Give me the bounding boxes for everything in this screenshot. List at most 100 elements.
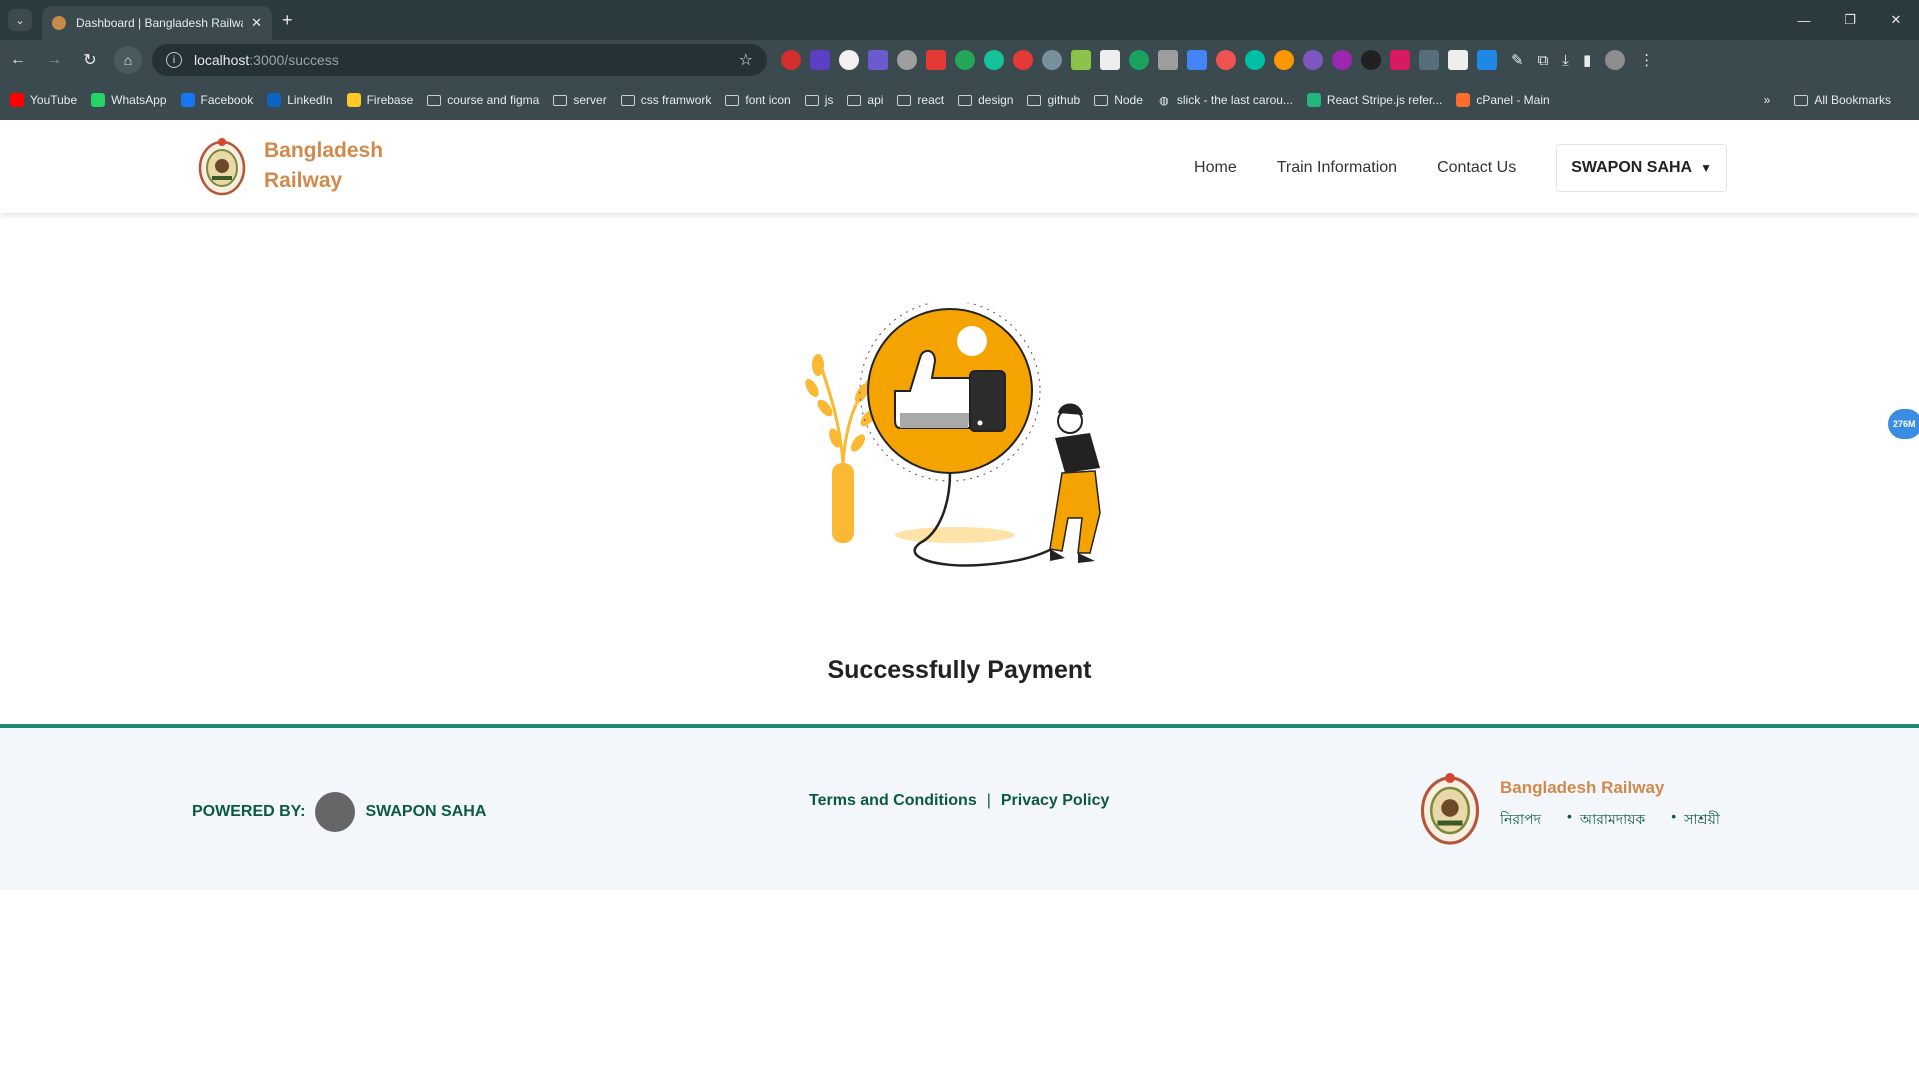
extension-icon[interactable] [810, 50, 830, 70]
bookmark-5[interactable]: course and figma [427, 93, 539, 107]
folder-icon [804, 93, 819, 107]
bookmark-9[interactable]: js [804, 93, 833, 107]
bookmark-4[interactable]: Firebase [346, 93, 413, 107]
extension-icon[interactable] [1390, 50, 1410, 70]
footer-links: Terms and Conditions | Privacy Policy [809, 792, 1109, 810]
active-tab[interactable]: Dashboard | Bangladesh Railwa ✕ [42, 6, 272, 40]
pen-icon[interactable]: ✎ [1511, 51, 1524, 69]
extension-icon[interactable] [1216, 50, 1236, 70]
side-panel-icon[interactable]: ▮ [1583, 51, 1591, 69]
site-info-icon[interactable]: i [166, 52, 182, 68]
user-menu-button[interactable]: SWAPON SAHA ▼ [1556, 144, 1727, 192]
terms-link[interactable]: Terms and Conditions [809, 792, 977, 810]
facebook-icon [180, 93, 195, 107]
nav-home[interactable]: Home [1194, 159, 1237, 177]
bookmark-3[interactable]: LinkedIn [267, 93, 333, 107]
privacy-link[interactable]: Privacy Policy [1001, 792, 1110, 810]
bookmark-2[interactable]: Facebook [180, 93, 253, 107]
success-message: Successfully Payment [827, 656, 1092, 684]
close-window-icon[interactable]: ✕ [1873, 0, 1919, 40]
extension-icon[interactable] [1129, 50, 1149, 70]
bookmarks-right: » All Bookmarks [1764, 93, 1905, 107]
extension-icon[interactable] [1477, 50, 1497, 70]
author-avatar [315, 792, 356, 832]
extension-icon[interactable] [1158, 50, 1178, 70]
bookmark-15[interactable]: ◍ slick - the last carou... [1157, 93, 1293, 107]
new-tab-button[interactable]: + [282, 10, 293, 31]
toolbar-right: ✎ ⧉ ⤓ ▮ ⋮ [1511, 50, 1654, 70]
tab-strip: ⌄ Dashboard | Bangladesh Railwa ✕ + — ❐ … [0, 0, 1919, 40]
extension-icon[interactable] [926, 50, 946, 70]
extension-icon[interactable] [1274, 50, 1294, 70]
bookmark-7[interactable]: css framwork [620, 93, 711, 107]
home-icon[interactable]: ⌂ [114, 46, 142, 74]
extension-icon[interactable] [1245, 50, 1265, 70]
extension-icon[interactable] [868, 50, 888, 70]
folder-icon [1027, 93, 1042, 107]
bookmark-star-icon[interactable]: ☆ [739, 50, 753, 70]
brand[interactable]: Bangladesh Railway [198, 136, 383, 196]
extension-icon[interactable] [781, 50, 801, 70]
folder-icon [725, 93, 740, 107]
download-icon[interactable]: ⤓ [1562, 52, 1569, 69]
powered-by: POWERED BY: SWAPON SAHA [192, 792, 486, 832]
bookmark-1[interactable]: WhatsApp [91, 93, 167, 107]
extension-icon[interactable] [897, 50, 917, 70]
forward-icon[interactable]: → [36, 51, 72, 69]
extension-icon[interactable] [1042, 50, 1062, 70]
minimize-icon[interactable]: — [1781, 0, 1827, 40]
all-bookmarks-button[interactable]: All Bookmarks [1794, 93, 1891, 107]
restore-icon[interactable]: ❐ [1827, 0, 1873, 40]
bookmark-6[interactable]: server [553, 93, 607, 107]
profile-avatar[interactable] [1605, 50, 1626, 70]
bookmark-8[interactable]: font icon [725, 93, 791, 107]
bookmark-10[interactable]: api [847, 93, 883, 107]
extension-icon[interactable] [1071, 50, 1091, 70]
footer-brand: Bangladesh Railway নিরাপদ • আরামদায়ক • … [1420, 768, 1746, 848]
extension-icon[interactable] [1448, 50, 1468, 70]
extension-icon[interactable] [1187, 50, 1207, 70]
more-bookmarks-icon[interactable]: » [1764, 93, 1771, 107]
menu-kebab-icon[interactable]: ⋮ [1639, 51, 1654, 69]
stripe-icon [1306, 93, 1321, 107]
extension-icon[interactable] [839, 50, 859, 70]
extensions-puzzle-icon[interactable]: ⧉ [1538, 52, 1549, 69]
tab-close-icon[interactable]: ✕ [251, 15, 262, 31]
extension-icon[interactable] [1100, 50, 1120, 70]
bookmark-13[interactable]: github [1027, 93, 1080, 107]
extension-icon[interactable] [1361, 50, 1381, 70]
extensions-row [781, 50, 1497, 70]
memory-badge[interactable]: 276M [1888, 409, 1919, 439]
browser-chrome: ⌄ Dashboard | Bangladesh Railwa ✕ + — ❐ … [0, 0, 1919, 120]
url-text: localhost:3000/success [194, 52, 339, 68]
bookmark-16[interactable]: React Stripe.js refer... [1306, 93, 1442, 107]
nav-contact-us[interactable]: Contact Us [1437, 159, 1516, 177]
bookmark-14[interactable]: Node [1094, 93, 1143, 107]
tab-search-button[interactable]: ⌄ [8, 9, 32, 31]
extension-icon[interactable] [1419, 50, 1439, 70]
main-nav: Home Train Information Contact Us SWAPON… [1194, 144, 1727, 192]
bookmark-17[interactable]: cPanel - Main [1456, 93, 1550, 107]
extension-icon[interactable] [1013, 50, 1033, 70]
thumbs-up-illustration [805, 303, 1101, 567]
linkedin-icon [267, 93, 282, 107]
address-bar[interactable]: i localhost:3000/success ☆ [152, 44, 767, 76]
back-icon[interactable]: ← [0, 51, 36, 69]
folder-icon [427, 93, 442, 107]
cpanel-icon [1456, 93, 1471, 107]
extension-icon[interactable] [1303, 50, 1323, 70]
extension-icon[interactable] [955, 50, 975, 70]
extension-icon[interactable] [984, 50, 1004, 70]
tab-title: Dashboard | Bangladesh Railwa [76, 16, 244, 30]
bookmark-12[interactable]: design [958, 93, 1013, 107]
vase-shape [832, 463, 854, 543]
nav-train-information[interactable]: Train Information [1277, 159, 1397, 177]
folder-icon [847, 93, 862, 107]
reload-icon[interactable]: ↻ [72, 50, 108, 70]
bookmark-0[interactable]: YouTube [10, 93, 77, 107]
footer-brand-name: Bangladesh Railway [1500, 778, 1665, 797]
tab-favicon-icon [52, 16, 66, 30]
extension-icon[interactable] [1332, 50, 1352, 70]
bookmark-11[interactable]: react [897, 93, 944, 107]
link-divider: | [986, 792, 991, 809]
